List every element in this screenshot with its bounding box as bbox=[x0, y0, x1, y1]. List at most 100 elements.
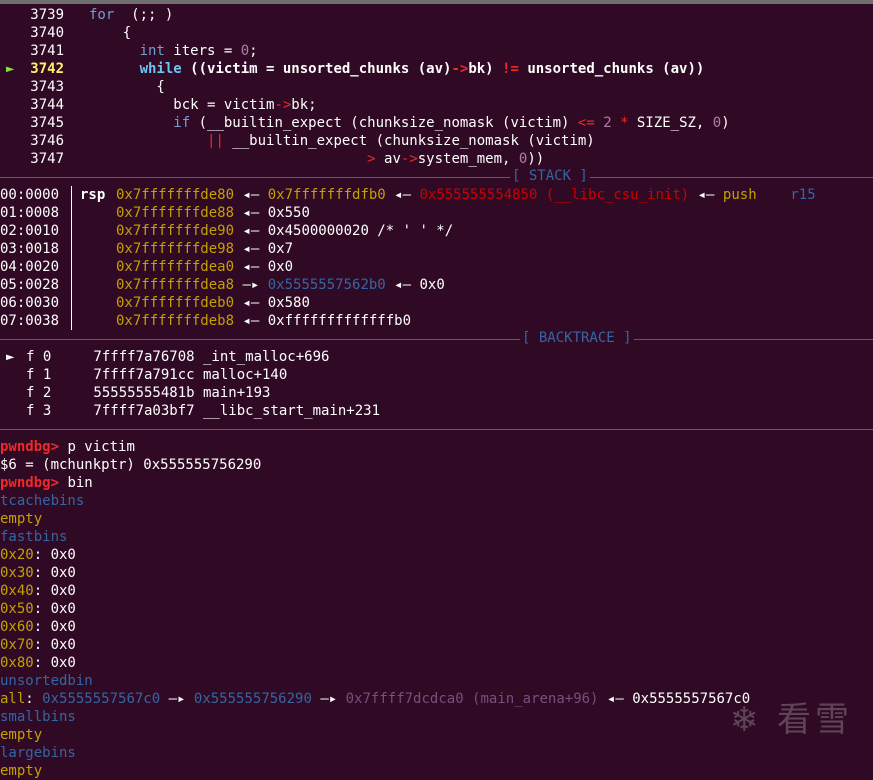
console-line: 0x40: 0x0 bbox=[0, 582, 873, 600]
source-code: for (;; ) bbox=[89, 6, 173, 24]
stack-value: 0x7fffffffde88 ◂— 0x550 bbox=[116, 204, 310, 222]
backtrace-frame: ► f 0 7ffff7a76708 _int_malloc+696 bbox=[0, 348, 873, 366]
text-segment: 0x7fffffffdea8 bbox=[116, 277, 235, 293]
backtrace-separator: [ BACKTRACE ] bbox=[0, 330, 873, 348]
watermark-text: 看雪 bbox=[777, 700, 853, 740]
text-segment: 0x7fffffffdeb8 bbox=[116, 313, 235, 329]
text-segment: __builtin_expect (chunksize_nomask (vict… bbox=[223, 133, 595, 149]
text-segment: : 0x0 bbox=[33, 619, 76, 635]
console-line: 0x30: 0x0 bbox=[0, 564, 873, 582]
watermark: ❄ 看雪 bbox=[730, 692, 853, 741]
text-segment: unsorted_chunks (av)) bbox=[518, 61, 705, 77]
text-segment: : 0x0 bbox=[33, 583, 76, 599]
text-segment: bk; bbox=[291, 97, 317, 113]
window-top-border bbox=[0, 0, 873, 4]
source-code: int iters = 0; bbox=[89, 42, 258, 60]
text-segment: SIZE_SZ, bbox=[628, 115, 713, 131]
console-line: empty bbox=[0, 510, 873, 528]
stack-separator: [ STACK ] bbox=[0, 168, 873, 186]
source-code: bck = victim->bk; bbox=[89, 96, 317, 114]
text-segment: —▸ bbox=[234, 277, 268, 293]
console-line: 0x80: 0x0 bbox=[0, 654, 873, 672]
text-segment: 0 bbox=[240, 43, 250, 59]
source-line: 3747 > av->system_mem, 0)) bbox=[0, 150, 873, 168]
stack-register: rsp bbox=[80, 187, 106, 203]
source-line: 3740 { bbox=[0, 24, 873, 42]
text-segment: av bbox=[375, 151, 401, 167]
text-segment: r15 bbox=[790, 187, 816, 203]
stack-value: 0x7fffffffdeb0 ◂— 0x580 bbox=[116, 294, 310, 312]
source-line: 3743 { bbox=[0, 78, 873, 96]
text-segment: -> bbox=[400, 151, 418, 167]
text-segment: bin bbox=[59, 475, 93, 491]
frame-text: f 0 7ffff7a76708 _int_malloc+696 bbox=[26, 349, 330, 365]
source-line: 3739 for (;; ) bbox=[0, 6, 873, 24]
source-line: 3744 bck = victim->bk; bbox=[0, 96, 873, 114]
source-code: { bbox=[89, 78, 165, 96]
stack-offset: 07:0038 bbox=[0, 313, 60, 329]
frame-text: f 1 7ffff7a791cc malloc+140 bbox=[26, 367, 288, 383]
text-segment: ◂— bbox=[689, 187, 723, 203]
text-segment: 0x7fffffffde90 bbox=[116, 223, 235, 239]
text-segment: (__builtin_expect (chunksize_nomask (vic… bbox=[190, 115, 578, 131]
text-segment: —▸ bbox=[160, 691, 194, 707]
console-line: 0x20: 0x0 bbox=[0, 546, 873, 564]
text-segment: 0x555555554850 (__libc_csu_init) bbox=[419, 187, 690, 203]
backtrace-frame: f 1 7ffff7a791cc malloc+140 bbox=[0, 366, 873, 384]
backtrace-frame: f 3 7ffff7a03bf7 __libc_start_main+231 bbox=[0, 402, 873, 420]
text-segment: ◂— 0x4500000020 /* ' ' */ bbox=[234, 223, 454, 239]
text-segment: largebins bbox=[0, 745, 76, 761]
line-number: 3741 bbox=[30, 43, 64, 59]
text-segment: : 0x0 bbox=[33, 601, 76, 617]
text-segment: 0 bbox=[712, 115, 722, 131]
text-segment: (;; ) bbox=[114, 7, 174, 23]
line-number: 3740 bbox=[30, 25, 64, 41]
text-segment: for bbox=[89, 7, 115, 23]
text-segment: $6 = (mchunkptr) 0x555555756290 bbox=[0, 457, 262, 473]
source-code: while ((victim = unsorted_chunks (av)->b… bbox=[89, 60, 705, 78]
text-segment: 0x30 bbox=[0, 565, 34, 581]
console-line: fastbins bbox=[0, 528, 873, 546]
text-segment: )) bbox=[527, 151, 545, 167]
text-segment: 0x20 bbox=[0, 547, 34, 563]
text-segment: iters = bbox=[164, 43, 241, 59]
line-number: 3746 bbox=[30, 133, 64, 149]
text-segment: { bbox=[89, 25, 132, 41]
text-segment: 0x40 bbox=[0, 583, 34, 599]
text-segment: ((victim = unsorted_chunks (av) bbox=[181, 61, 452, 77]
text-segment: —▸ bbox=[311, 691, 346, 707]
stack-row: 03:0018 0x7fffffffde98 ◂— 0x7 bbox=[0, 240, 873, 258]
console-line: $6 = (mchunkptr) 0x555555756290 bbox=[0, 456, 873, 474]
text-segment: ; bbox=[249, 43, 258, 59]
frame-text: f 2 55555555481b main+193 bbox=[26, 385, 271, 401]
stack-row: 02:0010 0x7fffffffde90 ◂— 0x4500000020 /*… bbox=[0, 222, 873, 240]
text-segment: 0x7fffffffde80 bbox=[116, 187, 235, 203]
source-code: > av->system_mem, 0)) bbox=[89, 150, 544, 168]
text-segment: 0x60 bbox=[0, 619, 34, 635]
text-segment: 0x5555557562b0 bbox=[267, 277, 386, 293]
text-segment: { bbox=[89, 79, 165, 95]
backtrace-title: [ BACKTRACE ] bbox=[520, 330, 634, 346]
line-number: 3747 bbox=[30, 151, 64, 167]
text-segment: ◂— 0x580 bbox=[234, 295, 310, 311]
text-segment: || bbox=[207, 133, 224, 149]
text-segment: ◂— bbox=[234, 187, 268, 203]
text-segment: <= bbox=[577, 115, 595, 131]
text-segment: 0x7fffffffdeb0 bbox=[116, 295, 235, 311]
text-segment: system_mem, bbox=[417, 151, 519, 167]
text-segment: : 0x0 bbox=[33, 637, 76, 653]
stack-offset: 04:0020 bbox=[0, 259, 60, 275]
stack-row: 06:0030 0x7fffffffdeb0 ◂— 0x580 bbox=[0, 294, 873, 312]
line-number: 3742 bbox=[30, 61, 64, 77]
console-line: 0x60: 0x0 bbox=[0, 618, 873, 636]
text-segment: bk) bbox=[468, 61, 503, 77]
console-line: 0x50: 0x0 bbox=[0, 600, 873, 618]
line-number: 3739 bbox=[30, 7, 64, 23]
text-segment: 0x7ffff7dcdca0 (main_arena+96) bbox=[345, 691, 599, 707]
snowflake-icon: ❄ bbox=[729, 700, 763, 740]
stack-offset: 06:0030 bbox=[0, 295, 60, 311]
source-line: ► 3742 while ((victim = unsorted_chunks (… bbox=[0, 60, 873, 78]
text-segment: tcachebins bbox=[0, 493, 85, 509]
text-segment: fastbins bbox=[0, 529, 68, 545]
text-segment: 2 bbox=[603, 115, 612, 131]
